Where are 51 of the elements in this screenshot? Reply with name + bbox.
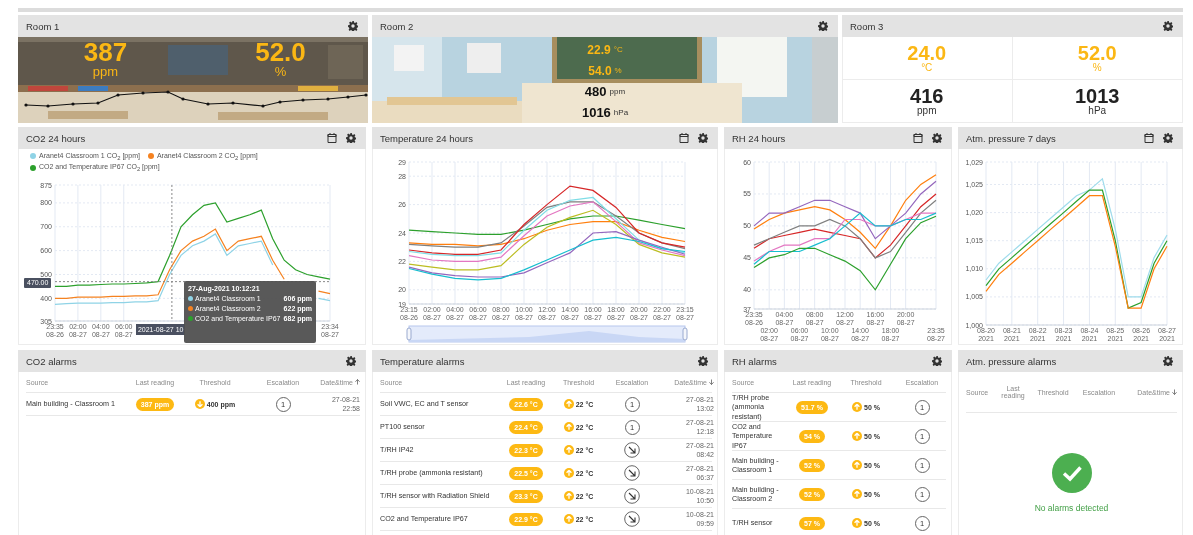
reading-value: 1013 xyxy=(1075,86,1120,106)
reading-unit: ppm xyxy=(917,106,937,116)
reading-unit: % xyxy=(1092,63,1102,73)
panel-title: Temperature alarms xyxy=(380,355,466,367)
panel-title: CO2 alarms xyxy=(26,355,78,367)
settings-icon[interactable] xyxy=(1163,356,1173,366)
reading-value: 52.0 xyxy=(255,39,306,65)
panel-title: RH alarms xyxy=(732,355,778,367)
settings-icon[interactable] xyxy=(932,133,942,143)
panel-title: Temperature 24 hours xyxy=(380,132,474,144)
settings-icon[interactable] xyxy=(348,21,358,31)
settings-icon[interactable] xyxy=(932,356,942,366)
reading-value: 387 xyxy=(83,39,128,65)
settings-icon[interactable] xyxy=(698,133,708,143)
empty-message: No alarms detected xyxy=(1034,503,1109,513)
settings-icon[interactable] xyxy=(346,356,356,366)
panel-title: Atm. pressure 7 days xyxy=(966,132,1057,144)
reading-unit: ppm xyxy=(609,87,626,96)
reading-unit: % xyxy=(614,66,622,75)
panel-title: Room 1 xyxy=(26,20,61,32)
reading-value: 480 xyxy=(584,84,607,99)
calendar-icon[interactable] xyxy=(327,133,337,143)
panel-title: Room 3 xyxy=(850,20,885,32)
panel-title: RH 24 hours xyxy=(732,132,787,144)
sort-down-icon[interactable] xyxy=(709,379,714,385)
reading-unit: ppm xyxy=(92,65,119,78)
check-icon xyxy=(1051,453,1092,493)
reading-unit: hPa xyxy=(1088,106,1107,116)
reading-unit: °C xyxy=(921,63,933,73)
panel-title: Room 2 xyxy=(380,20,415,32)
settings-icon[interactable] xyxy=(818,21,828,31)
calendar-icon[interactable] xyxy=(1144,133,1154,143)
settings-icon[interactable] xyxy=(1163,133,1173,143)
settings-icon[interactable] xyxy=(346,133,356,143)
settings-icon[interactable] xyxy=(1163,21,1173,31)
reading-value: 24.0 xyxy=(907,43,947,63)
settings-icon[interactable] xyxy=(698,356,708,366)
calendar-icon[interactable] xyxy=(913,133,923,143)
sort-down-icon[interactable] xyxy=(1172,389,1177,395)
sort-up-icon[interactable] xyxy=(355,379,360,385)
reading-unit: % xyxy=(274,65,287,78)
reading-value: 54.0 xyxy=(588,63,612,78)
reading-value: 22.9 xyxy=(587,42,611,57)
reading-value: 1016 xyxy=(581,105,611,120)
panel-title: Atm. pressure alarms xyxy=(966,355,1058,367)
panel-title: CO2 24 hours xyxy=(26,132,87,144)
reading-value: 52.0 xyxy=(1077,43,1117,63)
reading-unit: °C xyxy=(613,45,623,54)
reading-value: 416 xyxy=(910,86,944,106)
reading-unit: hPa xyxy=(613,108,629,117)
calendar-icon[interactable] xyxy=(679,133,689,143)
